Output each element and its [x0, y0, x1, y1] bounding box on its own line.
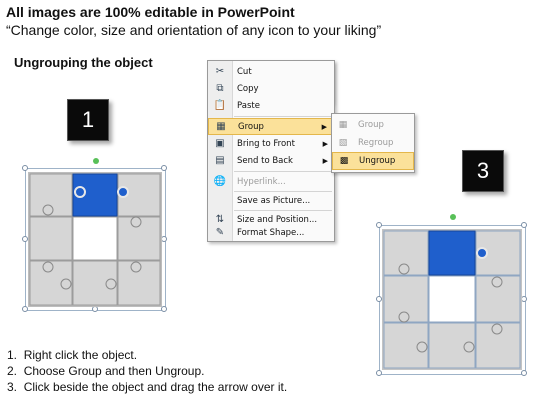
puzzle-piece-blue[interactable] — [428, 230, 476, 276]
format-shape-icon: ✎ — [215, 227, 225, 238]
instruction-item: 3. Click beside the object and drag the … — [7, 380, 288, 394]
resize-handle[interactable] — [376, 222, 382, 228]
menu-item-hyperlink[interactable]: 🌐 Hyperlink... — [208, 173, 334, 190]
puzzle-empty-slot — [72, 216, 118, 261]
resize-handle[interactable] — [161, 165, 167, 171]
instruction-item: 2. Choose Group and then Ungroup. — [7, 364, 205, 378]
scissors-icon: ✂ — [215, 66, 225, 77]
menu-item-format-shape[interactable]: ✎ Format Shape... — [208, 224, 334, 241]
copy-icon: ⧉ — [216, 83, 224, 94]
paste-icon: 📋 — [213, 100, 227, 111]
instruction-item: 1. Right click the object. — [7, 348, 138, 362]
step-badge-3: 3 — [462, 150, 504, 192]
rotation-handle[interactable] — [93, 158, 99, 164]
submenu-item-ungroup[interactable]: ▩ Ungroup — [332, 152, 414, 170]
puzzle-empty-slot — [428, 275, 476, 323]
submenu-arrow-icon: ▶ — [321, 122, 327, 131]
ungroup-icon: ▩ — [339, 156, 349, 166]
puzzle-ungrouped[interactable] — [382, 229, 522, 370]
submenu-arrow-icon: ▶ — [322, 156, 328, 165]
page-subtitle: “Change color, size and orientation of a… — [6, 22, 382, 38]
resize-handle[interactable] — [376, 370, 382, 376]
menu-item-paste[interactable]: 📋 Paste — [208, 97, 334, 114]
submenu-arrow-icon: ▶ — [322, 139, 328, 148]
menu-separator — [234, 171, 332, 172]
bring-front-icon: ▣ — [215, 138, 225, 149]
puzzle-piece[interactable] — [29, 216, 73, 261]
hyperlink-icon: 🌐 — [213, 176, 227, 187]
context-menu: ✂ Cut ⧉ Copy 📋 Paste ▦ Group ▶ ▣ Bring t… — [207, 60, 335, 242]
page-title: All images are 100% editable in PowerPoi… — [6, 4, 295, 20]
menu-item-copy[interactable]: ⧉ Copy — [208, 80, 334, 97]
menu-item-group[interactable]: ▦ Group ▶ — [208, 118, 334, 135]
resize-handle[interactable] — [22, 165, 28, 171]
submenu-item-regroup[interactable]: ▧ Regroup — [332, 134, 414, 152]
group-icon: ▦ — [338, 120, 348, 130]
menu-item-send-to-back[interactable]: ▤ Send to Back ▶ — [208, 152, 334, 169]
group-submenu: ▦ Group ▧ Regroup ▩ Ungroup — [331, 113, 415, 173]
instruction-list: 1. Right click the object. 2. Choose Gro… — [7, 347, 287, 395]
menu-item-save-as-picture[interactable]: Save as Picture... — [208, 192, 334, 209]
menu-item-cut[interactable]: ✂ Cut — [208, 63, 334, 80]
section-title: Ungrouping the object — [14, 55, 153, 70]
menu-item-bring-to-front[interactable]: ▣ Bring to Front ▶ — [208, 135, 334, 152]
group-icon: ▦ — [216, 121, 226, 132]
puzzle-grouped[interactable] — [28, 172, 162, 307]
menu-separator — [234, 116, 332, 117]
step-badge-1: 1 — [67, 99, 109, 141]
send-back-icon: ▤ — [215, 155, 225, 166]
submenu-item-group[interactable]: ▦ Group — [332, 116, 414, 134]
resize-handle[interactable] — [521, 222, 527, 228]
rotation-handle[interactable] — [450, 214, 456, 220]
resize-handle[interactable] — [521, 370, 527, 376]
regroup-icon: ▧ — [338, 138, 348, 148]
